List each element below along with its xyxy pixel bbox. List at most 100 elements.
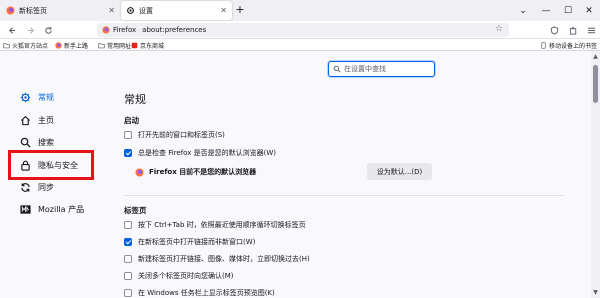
gear-icon — [20, 92, 31, 103]
window-close-button[interactable]: ✕ — [578, 0, 600, 21]
search-icon — [333, 65, 341, 73]
search-icon — [20, 137, 31, 148]
checkbox-taskbar-previews[interactable]: 在 Windows 任务栏上显示标签页预览图(K) — [124, 287, 275, 298]
bookmark-label: 移动设备上的书签 — [549, 42, 598, 50]
page-scrollbar[interactable]: ▲ ▼ — [591, 51, 600, 298]
checkbox-warn-close-tabs[interactable]: 关闭多个标签页时向您确认(M) — [124, 270, 234, 281]
settings-search[interactable] — [328, 61, 435, 77]
checkbox-links-in-tabs[interactable]: 在新标签页中打开链接而非新窗口(W) — [124, 236, 255, 247]
checkbox[interactable] — [124, 237, 132, 246]
firefox-icon — [102, 26, 110, 34]
sidebar-item-label: Mozilla 产品 — [38, 204, 85, 214]
hamburger-icon — [587, 27, 595, 33]
checkbox-label: 新建标签页打开链接、图像、媒体时，立即切换过去(H) — [138, 254, 310, 263]
sidebar-item-sync[interactable]: 同步 — [20, 178, 54, 196]
sync-icon — [20, 182, 31, 193]
mobile-bookmarks[interactable]: 移动设备上的书签 — [540, 40, 597, 50]
checkbox[interactable] — [124, 254, 132, 263]
folder-icon — [3, 42, 10, 48]
checkbox-check-default[interactable]: 总是检查 Firefox 是否是您的默认浏览器(W) — [124, 147, 276, 158]
default-status-text: Firefox 目前不是您的默认浏览器 — [149, 168, 257, 176]
firefox-icon — [6, 6, 15, 15]
firefox-icon — [135, 167, 144, 177]
checkbox-label: 打开先前的窗口和标签页(S) — [138, 130, 225, 139]
mozilla-icon — [20, 204, 31, 215]
jd-icon — [131, 42, 138, 48]
scrollbar-thumb[interactable] — [593, 65, 598, 103]
puzzle-icon — [569, 26, 576, 35]
sidebar-item-home[interactable]: 主页 — [20, 111, 54, 129]
sidebar-item-search[interactable]: 搜索 — [20, 133, 54, 151]
bookmarks-bar: 火狐官方站点 新手上路 常用网址 京东商城 移动设备上的书签 — [0, 39, 600, 51]
tab-new-tab[interactable]: 新标签页 ✕ — [1, 1, 120, 20]
checkbox-label: 总是检查 Firefox 是否是您的默认浏览器(W) — [138, 148, 277, 157]
phone-icon — [541, 41, 546, 49]
identity-label: Firefox — [113, 26, 137, 34]
checkbox-label: 按下 Ctrl+Tab 时，依照最近使用顺序循环切换标签页 — [138, 220, 306, 229]
bookmark-star-icon[interactable]: ☆ — [493, 23, 505, 35]
back-button[interactable] — [5, 23, 19, 37]
close-icon[interactable]: ✕ — [220, 6, 227, 15]
scroll-down-icon[interactable]: ▼ — [592, 289, 599, 296]
reload-icon — [44, 26, 52, 34]
scroll-up-icon[interactable]: ▲ — [592, 53, 599, 60]
checkbox-label: 在 Windows 任务栏上显示标签页预览图(K) — [138, 288, 275, 297]
url-bar[interactable]: Firefox about:preferences — [97, 23, 509, 37]
page-title: 常规 — [124, 93, 146, 106]
section-title-tabs: 标签页 — [124, 206, 147, 215]
arrow-right-icon — [27, 26, 34, 34]
sidebar-item-label: 同步 — [38, 182, 54, 192]
sidebar-item-label: 常规 — [38, 92, 54, 102]
tab-strip: 新标签页 ✕ 设置 ✕ + ⌄ — ☐ ✕ — [0, 0, 600, 21]
checkbox-ctrl-tab[interactable]: 按下 Ctrl+Tab 时，依照最近使用顺序循环切换标签页 — [124, 219, 306, 230]
extensions-button[interactable] — [566, 23, 580, 37]
shield-icon — [550, 25, 558, 35]
arrow-left-icon — [8, 26, 15, 34]
new-tab-button[interactable]: + — [233, 3, 247, 17]
sidebar-item-label: 主页 — [38, 115, 54, 125]
bookmark-item[interactable]: 京东商城 — [131, 40, 164, 50]
checkbox-switch-to-media[interactable]: 新建标签页打开链接、图像、媒体时，立即切换过去(H) — [124, 253, 310, 264]
list-all-tabs-icon[interactable]: ⌄ — [512, 0, 534, 21]
set-default-button[interactable]: 设为默认...(D) — [367, 163, 432, 180]
section-title-startup: 启动 — [124, 116, 139, 125]
checkbox[interactable] — [124, 130, 132, 139]
sidebar-item-general[interactable]: 常规 — [20, 88, 54, 106]
close-icon[interactable]: ✕ — [108, 6, 115, 15]
bookmark-item[interactable]: 火狐官方站点 — [3, 40, 48, 50]
firefox-icon — [55, 41, 62, 49]
gear-icon — [127, 7, 134, 14]
checkbox[interactable] — [124, 288, 132, 297]
sidebar-item-mozilla-products[interactable]: Mozilla 产品 — [20, 200, 84, 218]
menu-button[interactable] — [584, 23, 598, 37]
reload-button[interactable] — [41, 23, 55, 37]
maximize-button[interactable]: ☐ — [557, 0, 579, 21]
checkbox[interactable] — [124, 220, 132, 229]
checkbox-label: 在新标签页中打开链接而非新窗口(W) — [138, 237, 256, 246]
bookmark-item[interactable]: 常用网址 — [98, 40, 131, 50]
bookmark-label: 常用网址 — [107, 42, 132, 50]
search-input[interactable] — [344, 65, 429, 73]
home-icon — [20, 115, 31, 126]
tab-settings[interactable]: 设置 ✕ — [121, 1, 232, 20]
checkbox[interactable] — [124, 148, 132, 157]
bookmark-label: 京东商城 — [140, 42, 165, 50]
nav-bar: Firefox about:preferences ☆ — [0, 21, 600, 39]
checkbox-label: 关闭多个标签页时向您确认(M) — [138, 271, 234, 280]
tab-label: 新标签页 — [19, 6, 47, 15]
bookmark-label: 新手上路 — [64, 42, 89, 50]
default-browser-status: Firefox 目前不是您的默认浏览器 — [135, 166, 256, 178]
minimize-button[interactable]: — — [535, 0, 557, 21]
bookmark-label: 火狐官方站点 — [12, 42, 49, 50]
folder-icon — [98, 42, 105, 48]
pocket-button[interactable] — [547, 23, 561, 37]
url-text: about:preferences — [142, 26, 207, 34]
checkbox[interactable] — [124, 271, 132, 280]
highlight-annotation — [8, 150, 94, 180]
divider — [124, 195, 564, 196]
tab-label: 设置 — [139, 6, 153, 15]
checkbox-restore-session[interactable]: 打开先前的窗口和标签页(S) — [124, 129, 225, 140]
bookmark-item[interactable]: 新手上路 — [55, 40, 88, 50]
sidebar-item-label: 搜索 — [38, 137, 54, 147]
forward-button[interactable] — [23, 23, 37, 37]
